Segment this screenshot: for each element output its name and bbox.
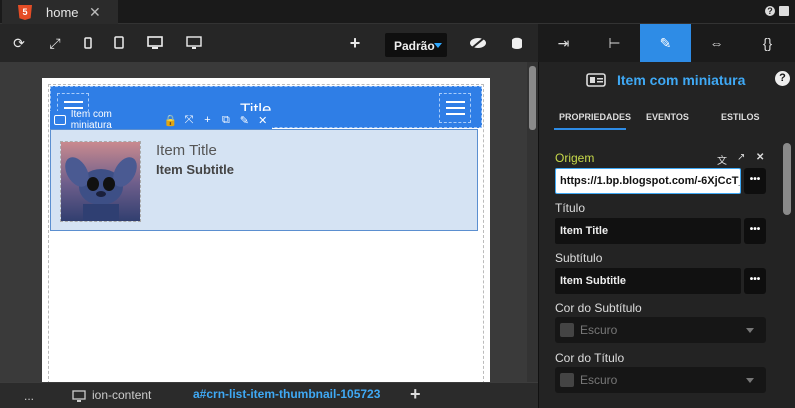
selection-toolbar: Item com miniatura 🔒 ⤧ + ⧉ ✎ ✕ bbox=[50, 109, 272, 131]
tab-resize[interactable]: ⇔ bbox=[691, 24, 742, 62]
tab-tree[interactable]: ⊢ bbox=[589, 24, 640, 62]
cor-subtitulo-select[interactable]: Escuro bbox=[555, 317, 766, 343]
caret-down-icon bbox=[746, 378, 754, 383]
refresh-icon[interactable]: ⟳ bbox=[9, 33, 29, 53]
translate-icon[interactable]: 文 bbox=[717, 152, 727, 167]
subtitulo-more-button[interactable]: ••• bbox=[744, 268, 766, 294]
monitor-icon bbox=[72, 389, 86, 407]
tab-login[interactable]: ⇥ bbox=[538, 24, 589, 62]
move-icon[interactable]: ⤧ bbox=[180, 114, 198, 127]
external-link-icon[interactable]: ↗ bbox=[737, 152, 745, 163]
phone-icon[interactable] bbox=[78, 33, 98, 53]
close-icon[interactable]: ✕ bbox=[254, 114, 272, 127]
eye-hidden-icon[interactable] bbox=[468, 33, 488, 53]
origem-more-button[interactable]: ••• bbox=[744, 168, 766, 194]
toolbar: ⟳ ⤢ + bbox=[0, 24, 538, 62]
cor-titulo-label: Cor do Título bbox=[555, 351, 625, 365]
html5-icon: 5 bbox=[18, 5, 32, 20]
expand-icon[interactable]: ⤢ bbox=[45, 33, 65, 53]
selection-label: Item com miniatura bbox=[70, 109, 112, 131]
breadcrumb-ion-content[interactable]: ion-content bbox=[92, 388, 151, 402]
cor-subtitulo-label: Cor do Subtítulo bbox=[555, 301, 642, 315]
component-icon bbox=[586, 73, 606, 92]
panel-scrollbar-thumb[interactable] bbox=[783, 143, 791, 215]
tab-edit[interactable]: ✎ bbox=[640, 24, 691, 62]
origem-label: Origem bbox=[555, 151, 595, 165]
origem-input[interactable]: https://1.bp.blogspot.com/-6XjCcT_W bbox=[555, 168, 741, 194]
titulo-more-button[interactable]: ••• bbox=[744, 218, 766, 244]
titulo-label: Título bbox=[555, 201, 586, 215]
preset-select[interactable]: Padrão bbox=[385, 33, 447, 57]
subtab-styles[interactable]: ESTILOS bbox=[721, 112, 760, 122]
caret-down-icon bbox=[746, 328, 754, 333]
add-button[interactable]: + bbox=[410, 384, 421, 405]
cor-titulo-value: Escuro bbox=[580, 373, 618, 387]
window-controls: ? bbox=[765, 6, 789, 16]
menu-button-right[interactable] bbox=[439, 93, 471, 123]
caret-down-icon bbox=[434, 43, 442, 48]
component-icon bbox=[54, 115, 66, 125]
thumbnail-image bbox=[60, 141, 141, 222]
tab-code[interactable]: {} bbox=[742, 24, 793, 62]
copy-icon[interactable]: ⧉ bbox=[217, 114, 235, 127]
monitor-icon[interactable] bbox=[184, 33, 204, 53]
clear-icon[interactable]: ✕ bbox=[756, 152, 764, 163]
item-subtitle: Item Subtitle bbox=[156, 162, 235, 177]
tab-home[interactable]: 5 home ✕ bbox=[2, 0, 118, 24]
restore-icon[interactable] bbox=[779, 6, 789, 16]
database-icon[interactable] bbox=[507, 33, 527, 53]
preset-label: Padrão bbox=[394, 39, 435, 53]
help-icon[interactable]: ? bbox=[775, 71, 790, 86]
add-icon[interactable]: + bbox=[198, 114, 216, 126]
canvas-scrollbar-thumb[interactable] bbox=[529, 66, 536, 130]
cor-subtitulo-value: Escuro bbox=[580, 323, 618, 337]
item-title: Item Title bbox=[156, 142, 217, 159]
close-icon[interactable]: ✕ bbox=[89, 4, 101, 21]
desktop-icon[interactable] bbox=[145, 33, 165, 53]
tablet-icon[interactable] bbox=[109, 33, 129, 53]
subtab-events[interactable]: EVENTOS bbox=[646, 112, 689, 122]
magic-wand-icon[interactable]: ✎ bbox=[235, 114, 253, 127]
subtab-underline bbox=[554, 128, 626, 130]
cor-titulo-select[interactable]: Escuro bbox=[555, 367, 766, 393]
titulo-input[interactable]: Item Title bbox=[555, 218, 741, 244]
subtitulo-input[interactable]: Item Subtitle bbox=[555, 268, 741, 294]
lock-icon[interactable]: 🔒 bbox=[161, 114, 179, 127]
tab-bar bbox=[0, 0, 795, 24]
color-swatch bbox=[560, 373, 574, 387]
tab-title: home bbox=[46, 5, 79, 20]
breadcrumb-selected[interactable]: a#crn-list-item-thumbnail-105723 bbox=[193, 387, 380, 401]
add-button[interactable]: + bbox=[345, 33, 365, 53]
subtitulo-label: Subtítulo bbox=[555, 251, 603, 265]
color-swatch bbox=[560, 323, 574, 337]
help-icon[interactable]: ? bbox=[765, 6, 775, 16]
panel-tabs: ⇥ ⊢ ✎ ⇔ {} bbox=[538, 24, 795, 62]
subtab-properties[interactable]: PROPRIEDADES bbox=[559, 112, 631, 122]
component-title: Item com miniatura bbox=[617, 72, 746, 88]
breadcrumb-more[interactable]: ... bbox=[24, 389, 34, 403]
